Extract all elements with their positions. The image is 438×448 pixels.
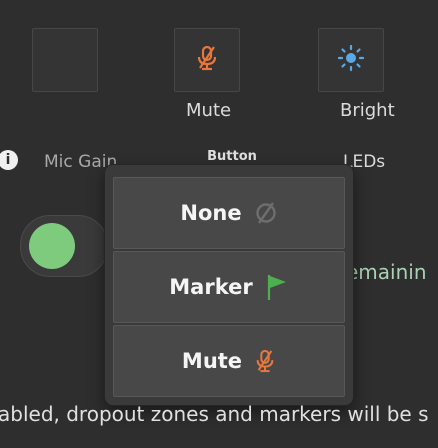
option-marker[interactable]: Marker	[113, 251, 345, 323]
brightness-icon	[337, 44, 365, 76]
no-symbol-icon	[255, 202, 276, 224]
info-icon[interactable]: i	[0, 150, 18, 170]
popup-title: Button	[207, 149, 257, 164]
option-marker-label: Marker	[169, 275, 253, 299]
toggle-knob[interactable]	[29, 223, 75, 269]
mute-tile[interactable]	[174, 28, 240, 92]
description-text: abled, dropout zones and markers will be…	[0, 402, 429, 426]
option-none-label: None	[180, 201, 242, 225]
bright-tile[interactable]	[318, 28, 384, 92]
option-mute[interactable]: Mute	[113, 325, 345, 397]
button-action-popup: Button None Marker Mute	[105, 149, 353, 405]
flag-icon	[267, 275, 286, 300]
remaining-text: emainin	[346, 260, 427, 284]
option-none[interactable]: None	[113, 177, 345, 249]
bright-tile-label: Bright	[340, 100, 395, 121]
mic-muted-icon	[256, 349, 274, 373]
tile-empty[interactable]	[32, 28, 98, 92]
option-mute-label: Mute	[181, 349, 243, 373]
mic-muted-icon	[195, 44, 219, 76]
mute-tile-label: Mute	[186, 100, 232, 121]
toggle-switch[interactable]	[20, 215, 108, 277]
